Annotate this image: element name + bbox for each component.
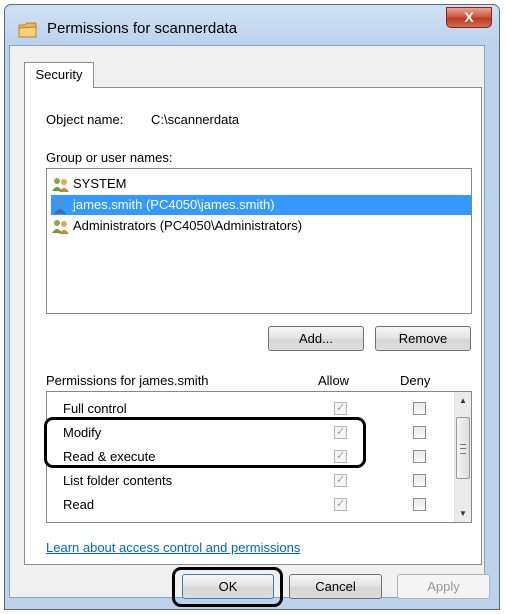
object-name-label: Object name: — [46, 112, 124, 127]
deny-checkbox[interactable] — [413, 474, 426, 487]
grip-icon — [460, 444, 466, 454]
allow-checkbox[interactable]: ✓ — [334, 402, 347, 415]
permissions-header-label: Permissions for james.smith — [46, 373, 209, 388]
deny-checkbox[interactable] — [413, 450, 426, 463]
user-name: SYSTEM — [73, 176, 127, 191]
checkmark-icon: ✓ — [336, 402, 346, 414]
allow-checkbox[interactable]: ✓ — [334, 498, 347, 511]
allow-checkbox[interactable]: ✓ — [334, 474, 347, 487]
checkmark-icon: ✓ — [336, 450, 346, 462]
access-control-help-link[interactable]: Learn about access control and permissio… — [46, 540, 300, 555]
user-name: Administrators (PC4050\Administrators) — [73, 218, 303, 233]
permissions-list[interactable]: Full control ✓ Modify ✓ Read & execute ✓… — [46, 391, 472, 523]
cancel-button[interactable]: Cancel — [289, 574, 382, 599]
permission-row-list-folder-contents: List folder contents ✓ — [47, 469, 447, 493]
close-button[interactable]: X — [446, 7, 492, 28]
add-button[interactable]: Add... — [268, 326, 364, 351]
deny-checkbox[interactable] — [413, 522, 426, 523]
checkmark-icon: ✓ — [336, 498, 346, 510]
deny-checkbox[interactable] — [413, 426, 426, 439]
allow-checkbox[interactable] — [334, 522, 347, 523]
permission-name: Read — [63, 497, 95, 512]
checkmark-icon: ✓ — [336, 474, 346, 486]
permission-row-partial — [47, 517, 447, 523]
folder-icon — [18, 22, 37, 38]
deny-checkbox[interactable] — [413, 498, 426, 511]
tab-security[interactable]: Security — [24, 62, 94, 88]
checkmark-icon: ✓ — [336, 426, 346, 438]
title-bar[interactable]: Permissions for scannerdata X — [5, 5, 499, 49]
deny-checkbox[interactable] — [413, 402, 426, 415]
permission-row-full-control: Full control ✓ — [47, 397, 447, 421]
permission-name: Read & execute — [63, 449, 156, 464]
scrollbar-thumb[interactable] — [456, 417, 470, 479]
permissions-scrollbar[interactable]: ▲ ▼ — [454, 392, 471, 522]
allow-checkbox[interactable]: ✓ — [334, 426, 347, 439]
group-user-listbox[interactable]: SYSTEM james.smith (PC4050\james.smith) … — [46, 168, 472, 314]
permission-name: Full control — [63, 401, 127, 416]
allow-checkbox[interactable]: ✓ — [334, 450, 347, 463]
group-users-icon — [52, 177, 69, 192]
close-icon: X — [464, 9, 474, 25]
list-item-administrators[interactable]: Administrators (PC4050\Administrators) — [51, 216, 302, 236]
scroll-up-icon[interactable]: ▲ — [455, 392, 471, 409]
ok-button[interactable]: OK — [182, 574, 274, 599]
window-title: Permissions for scannerdata — [47, 20, 238, 37]
group-users-icon — [52, 219, 69, 234]
user-name: james.smith (PC4050\james.smith) — [73, 197, 275, 212]
user-icon — [54, 198, 66, 214]
allow-column-header: Allow — [318, 373, 350, 388]
remove-button[interactable]: Remove — [375, 326, 471, 351]
permission-row-read: Read ✓ — [47, 493, 447, 517]
deny-column-header: Deny — [400, 373, 431, 388]
apply-button[interactable]: Apply — [397, 574, 490, 599]
permission-name: List folder contents — [63, 473, 173, 488]
group-users-label: Group or user names: — [46, 150, 173, 165]
object-name-value: C:\scannerdata — [151, 112, 240, 127]
permission-row-modify: Modify ✓ — [47, 421, 447, 445]
list-item-james-smith[interactable]: james.smith (PC4050\james.smith) — [51, 195, 471, 215]
scroll-down-icon[interactable]: ▼ — [455, 505, 471, 522]
permission-name: Modify — [63, 425, 102, 440]
permission-row-read-execute: Read & execute ✓ — [47, 445, 447, 469]
list-item-system[interactable]: SYSTEM — [51, 174, 126, 194]
